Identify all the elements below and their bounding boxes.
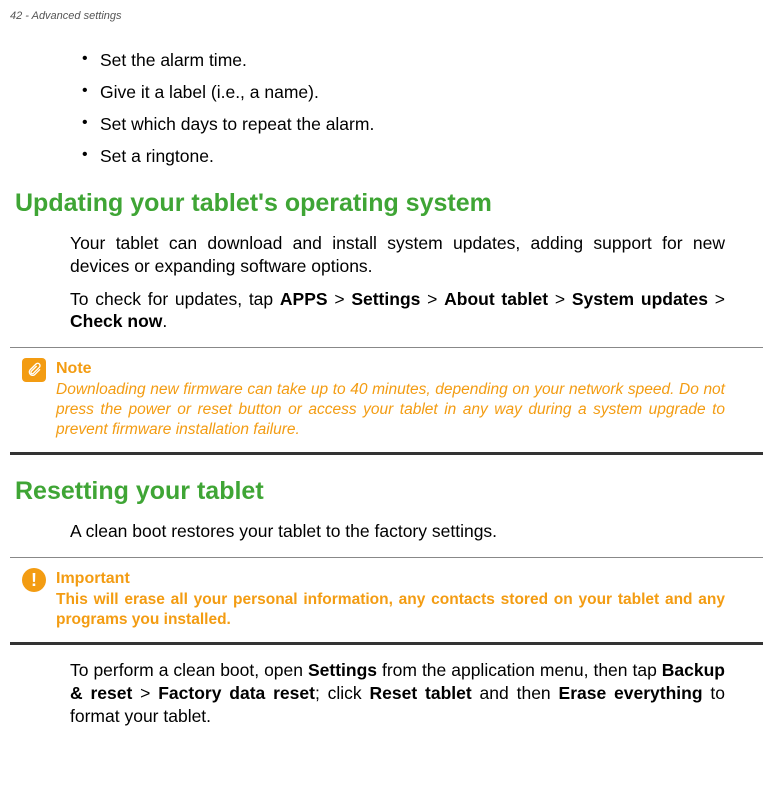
reset-tablet-label: Reset tablet xyxy=(370,683,472,703)
updating-heading: Updating your tablet's operating system xyxy=(15,189,725,218)
check-now-label: Check now xyxy=(70,311,162,331)
note-body: Downloading new firmware can take up to … xyxy=(56,380,725,440)
resetting-para1: A clean boot restores your tablet to the… xyxy=(70,520,725,543)
text: and then xyxy=(472,683,559,703)
paperclip-icon xyxy=(22,358,46,382)
list-item: Give it a label (i.e., a name). xyxy=(100,82,725,103)
updating-para1: Your tablet can download and install sys… xyxy=(70,232,725,278)
list-item: Set a ringtone. xyxy=(100,146,725,167)
text: . xyxy=(162,311,167,331)
content-area: Set the alarm time. Give it a label (i.e… xyxy=(0,50,770,728)
exclamation-icon: ! xyxy=(22,568,46,592)
page-header: 42 - Advanced settings xyxy=(0,0,770,22)
settings-label: Settings xyxy=(308,660,377,680)
text: > xyxy=(132,683,158,703)
text: > xyxy=(328,289,352,309)
note-callout: Note Downloading new firmware can take u… xyxy=(10,347,763,455)
list-item: Set which days to repeat the alarm. xyxy=(100,114,725,135)
apps-label: APPS xyxy=(280,289,328,309)
text: from the application menu, then tap xyxy=(377,660,662,680)
important-callout: ! Important This will erase all your per… xyxy=(10,557,763,645)
text: ; click xyxy=(315,683,370,703)
important-title: Important xyxy=(56,570,725,588)
resetting-heading: Resetting your tablet xyxy=(15,477,725,506)
settings-label: Settings xyxy=(351,289,420,309)
system-updates-label: System updates xyxy=(572,289,708,309)
factory-reset-label: Factory data reset xyxy=(158,683,315,703)
text: To check for updates, tap xyxy=(70,289,280,309)
erase-everything-label: Erase everything xyxy=(559,683,703,703)
note-title: Note xyxy=(56,360,725,378)
list-item: Set the alarm time. xyxy=(100,50,725,71)
about-tablet-label: About tablet xyxy=(444,289,548,309)
text: > xyxy=(420,289,444,309)
text: > xyxy=(708,289,725,309)
important-body: This will erase all your personal inform… xyxy=(56,590,725,630)
updating-para2: To check for updates, tap APPS > Setting… xyxy=(70,288,725,334)
text: > xyxy=(548,289,572,309)
resetting-para2: To perform a clean boot, open Settings f… xyxy=(70,659,725,727)
text: To perform a clean boot, open xyxy=(70,660,308,680)
alarm-settings-list: Set the alarm time. Give it a label (i.e… xyxy=(70,50,725,167)
